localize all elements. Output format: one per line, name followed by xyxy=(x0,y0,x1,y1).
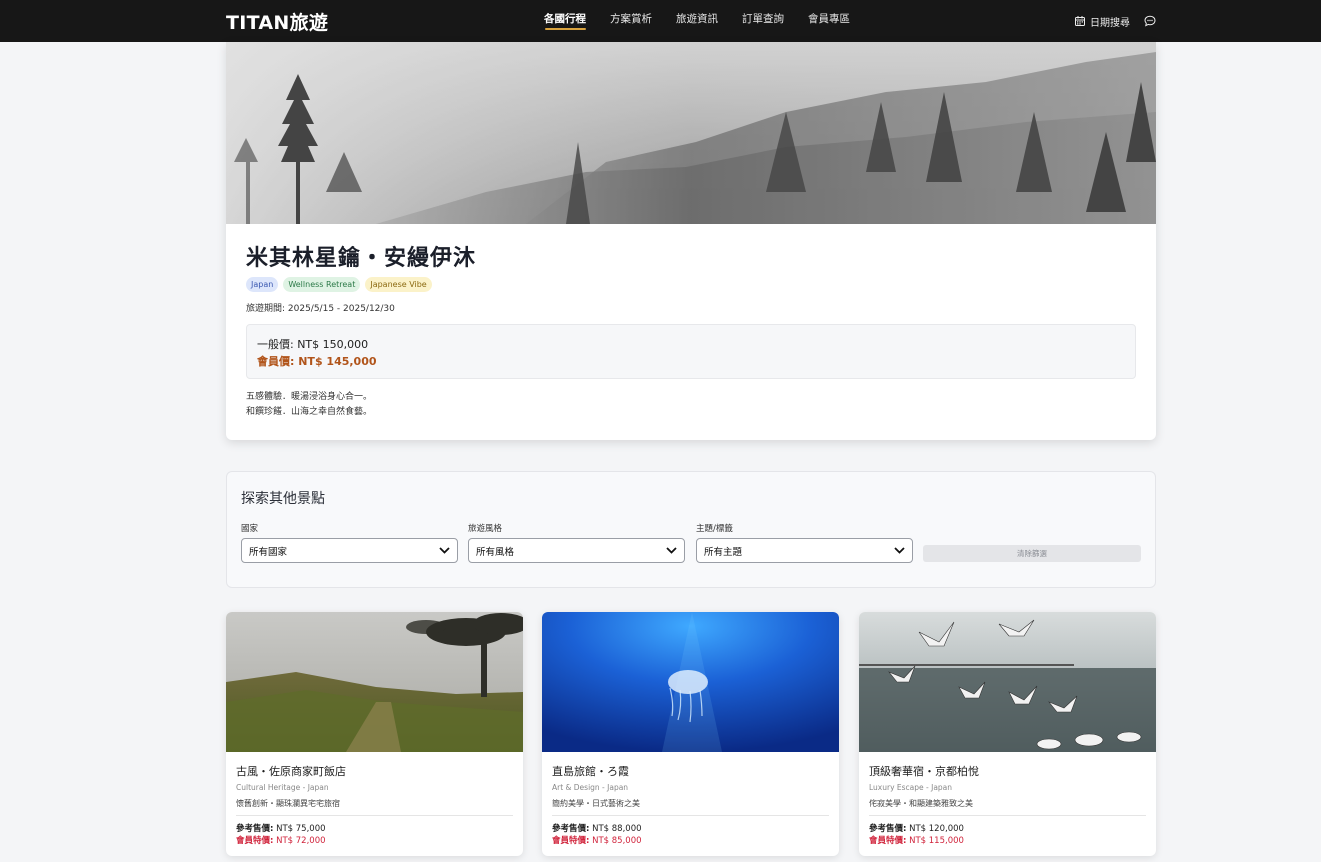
explore-filter-panel: 探索其他景點 國家 所有國家 旅遊風格 所有風格 主題/標籤 所有主題 清除篩選 xyxy=(226,471,1156,588)
card-member-price: 會員特價: NT$ 72,000 xyxy=(236,834,326,846)
destination-card[interactable]: 古風・佐原商家町飯店 Cultural Heritage - Japan 懷舊創… xyxy=(226,612,523,856)
chat-icon[interactable] xyxy=(1144,15,1156,27)
price-label: 參考售價: xyxy=(552,824,590,834)
theme-filter: 主題/標籤 所有主題 xyxy=(696,522,913,563)
card-description: 懷舊創新・顯珠瀾異宅宅旅宿 xyxy=(236,799,340,808)
hero-misty-forest-image xyxy=(226,42,1156,224)
nav-right-tools: 日期搜尋 xyxy=(1075,0,1156,42)
price-value: NT$ 75,000 xyxy=(276,824,326,834)
member-price: 會員價: NT$ 145,000 xyxy=(257,355,377,368)
card-description: 侘寂美學・和顯建築雅致之美 xyxy=(869,799,973,808)
country-filter-label: 國家 xyxy=(241,524,259,534)
clear-filter-button[interactable]: 清除篩選 xyxy=(923,545,1141,562)
main-nav: 各國行程 方案賞析 旅遊資訊 訂單查詢 會員專區 xyxy=(532,0,862,42)
top-navbar: TITAN旅遊 各國行程 方案賞析 旅遊資訊 訂單查詢 會員專區 日期搜尋 xyxy=(0,0,1321,42)
member-price-value: NT$ 72,000 xyxy=(276,836,326,846)
price-box: 一般價: NT$ 150,000 會員價: NT$ 145,000 xyxy=(246,324,1136,379)
date-search-button[interactable]: 日期搜尋 xyxy=(1075,14,1130,29)
member-price-label: 會員特價: xyxy=(552,836,590,846)
calendar-icon xyxy=(1075,16,1085,26)
tag-theme: Japanese Vibe xyxy=(365,277,432,292)
member-price-label: 會員特價: xyxy=(869,836,907,846)
price-value: NT$ 88,000 xyxy=(592,824,642,834)
card-member-price: 會員特價: NT$ 115,000 xyxy=(869,834,964,846)
card-divider xyxy=(869,815,1146,816)
price-value: NT$ 120,000 xyxy=(909,824,964,834)
card-subtitle: Art & Design - Japan xyxy=(552,783,629,792)
nav-link-members[interactable]: 會員專區 xyxy=(796,0,862,42)
member-price-value: NT$ 115,000 xyxy=(909,836,964,846)
card-title: 古風・佐原商家町飯店 xyxy=(236,765,346,778)
card-divider xyxy=(552,815,829,816)
country-select-value: 所有國家 xyxy=(249,546,288,558)
card-description: 簡約美學・日式藝術之美 xyxy=(552,799,640,808)
price-label: 參考售價: xyxy=(236,824,274,834)
brand-logo[interactable]: TITAN旅遊 xyxy=(226,8,328,35)
chevron-down-icon xyxy=(439,547,450,554)
chevron-down-icon xyxy=(666,547,677,554)
card-reference-price: 參考售價: NT$ 88,000 xyxy=(552,822,642,834)
nav-link-travel-info[interactable]: 旅遊資訊 xyxy=(664,0,730,42)
card-image-seagulls xyxy=(859,612,1156,752)
theme-filter-label: 主題/標籤 xyxy=(696,524,733,534)
style-select[interactable]: 所有風格 xyxy=(468,538,685,563)
filter-title: 探索其他景點 xyxy=(241,491,325,507)
theme-select-value: 所有主題 xyxy=(704,546,743,558)
card-divider xyxy=(236,815,513,816)
card-member-price: 會員特價: NT$ 85,000 xyxy=(552,834,642,846)
travel-period: 旅遊期間: 2025/5/15 - 2025/12/30 xyxy=(246,304,395,314)
date-search-label: 日期搜尋 xyxy=(1090,17,1130,29)
destination-card[interactable]: 直島旅館・ろ霞 Art & Design - Japan 簡約美學・日式藝術之美… xyxy=(542,612,839,856)
chevron-down-icon xyxy=(894,547,905,554)
price-label: 參考售價: xyxy=(869,824,907,834)
nav-link-countries[interactable]: 各國行程 xyxy=(532,0,598,42)
country-filter: 國家 所有國家 xyxy=(241,522,458,563)
nav-link-plans[interactable]: 方案賞析 xyxy=(598,0,664,42)
theme-select[interactable]: 所有主題 xyxy=(696,538,913,563)
card-reference-price: 參考售價: NT$ 120,000 xyxy=(869,822,964,834)
card-image-jellyfish xyxy=(542,612,839,752)
nav-link-orders[interactable]: 訂單查詢 xyxy=(730,0,796,42)
tag-style: Wellness Retreat xyxy=(283,277,361,292)
normal-price: 一般價: NT$ 150,000 xyxy=(257,338,369,351)
tag-country: Japan xyxy=(246,277,279,292)
description-line: 五感體驗．暖湯浸浴身心合一。 xyxy=(246,392,373,402)
style-select-value: 所有風格 xyxy=(476,546,515,558)
card-image-foggy-hill xyxy=(226,612,523,752)
style-filter: 旅遊風格 所有風格 xyxy=(468,522,685,563)
itinerary-tags: Japan Wellness Retreat Japanese Vibe xyxy=(246,277,432,292)
card-subtitle: Luxury Escape - Japan xyxy=(869,783,953,792)
country-select[interactable]: 所有國家 xyxy=(241,538,458,563)
card-reference-price: 參考售價: NT$ 75,000 xyxy=(236,822,326,834)
featured-itinerary-card: 米其林星鑰・安縵伊沐 Japan Wellness Retreat Japane… xyxy=(226,42,1156,440)
card-title: 頂級奢華宿・京都柏悅 xyxy=(869,765,979,778)
itinerary-title: 米其林星鑰・安縵伊沐 xyxy=(246,246,477,271)
card-subtitle: Cultural Heritage - Japan xyxy=(236,783,329,792)
member-price-value: NT$ 85,000 xyxy=(592,836,642,846)
description-line: 和饌珍饈．山海之幸自然食藝。 xyxy=(246,407,373,417)
itinerary-description: 五感體驗．暖湯浸浴身心合一。 和饌珍饈．山海之幸自然食藝。 xyxy=(246,390,372,420)
destination-card[interactable]: 頂級奢華宿・京都柏悅 Luxury Escape - Japan 侘寂美學・和顯… xyxy=(859,612,1156,856)
card-title: 直島旅館・ろ霞 xyxy=(552,765,629,778)
style-filter-label: 旅遊風格 xyxy=(468,524,503,534)
member-price-label: 會員特價: xyxy=(236,836,274,846)
